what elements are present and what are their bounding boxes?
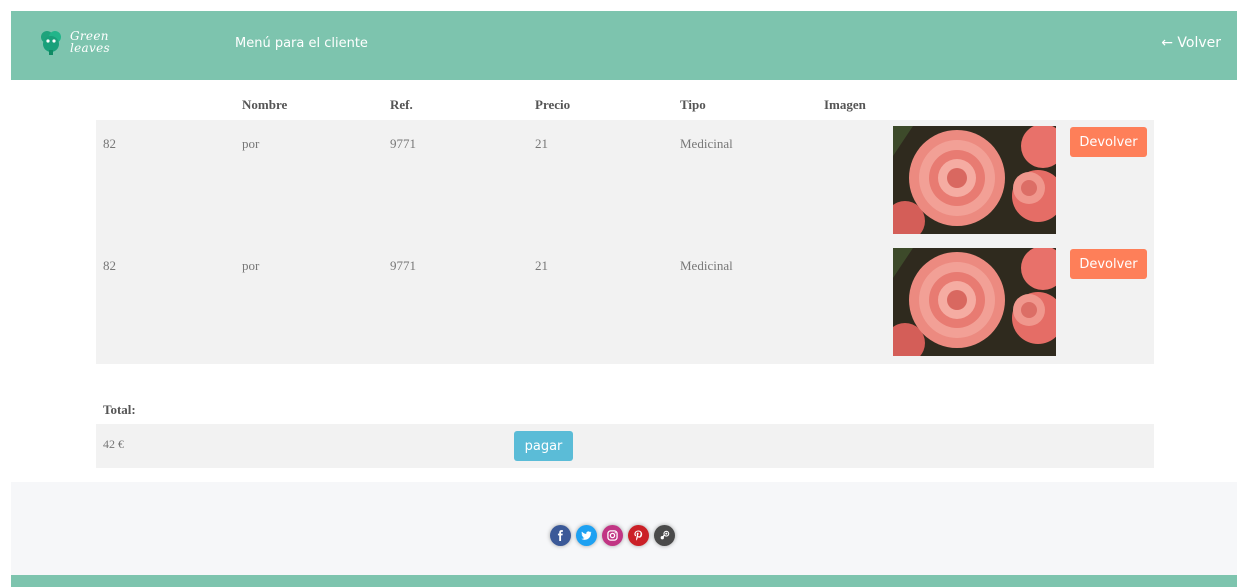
cell-tipo: Medicinal	[680, 258, 733, 273]
column-header-nombre: Nombre	[242, 97, 288, 112]
social-links	[550, 525, 675, 546]
cell-precio: 21	[535, 258, 548, 273]
cell-ref: 9771	[390, 258, 416, 273]
table-header: Nombre Ref. Precio Tipo Imagen	[96, 90, 1154, 120]
leaf-icon	[41, 31, 61, 55]
pinterest-icon[interactable]	[628, 525, 649, 546]
logo-text: Green leaves	[70, 30, 110, 54]
cell-nombre: por	[242, 136, 260, 151]
cell-nombre: por	[242, 258, 260, 273]
table-row: 82 por 9771 21 Medicinal Devolver	[96, 242, 1154, 364]
table-row: 82 por 9771 21 Medicinal Devolver	[96, 120, 1154, 242]
product-image	[893, 248, 1056, 356]
steam-icon[interactable]	[654, 525, 675, 546]
column-header-imagen: Imagen	[824, 97, 866, 112]
logo-line-2: leaves	[70, 41, 110, 55]
column-header-ref: Ref.	[390, 97, 413, 112]
cell-id: 82	[103, 136, 116, 151]
product-image	[893, 126, 1056, 234]
facebook-icon[interactable]	[550, 525, 571, 546]
pay-button[interactable]: pagar	[514, 431, 573, 461]
footer	[11, 482, 1237, 575]
twitter-icon[interactable]	[576, 525, 597, 546]
total-row: 42 € pagar	[96, 424, 1154, 468]
header-bar: Green leaves Menú para el cliente ← Volv…	[11, 11, 1237, 80]
total-value: 42 €	[103, 437, 124, 451]
page-title: Menú para el cliente	[235, 36, 368, 51]
total-label: Total:	[103, 402, 136, 417]
cell-ref: 9771	[390, 136, 416, 151]
column-header-precio: Precio	[535, 97, 571, 112]
logo[interactable]: Green leaves	[38, 28, 110, 56]
cell-tipo: Medicinal	[680, 136, 733, 151]
return-button[interactable]: Devolver	[1070, 249, 1147, 279]
back-link[interactable]: ← Volver	[1161, 35, 1221, 51]
instagram-icon[interactable]	[602, 525, 623, 546]
cell-precio: 21	[535, 136, 548, 151]
table-body: 82 por 9771 21 Medicinal Devolver 82 por…	[96, 120, 1154, 364]
cell-id: 82	[103, 258, 116, 273]
footer-bar	[11, 575, 1237, 587]
cart-table: Nombre Ref. Precio Tipo Imagen 82 por 97…	[96, 90, 1154, 364]
return-button[interactable]: Devolver	[1070, 127, 1147, 157]
column-header-tipo: Tipo	[680, 97, 706, 112]
